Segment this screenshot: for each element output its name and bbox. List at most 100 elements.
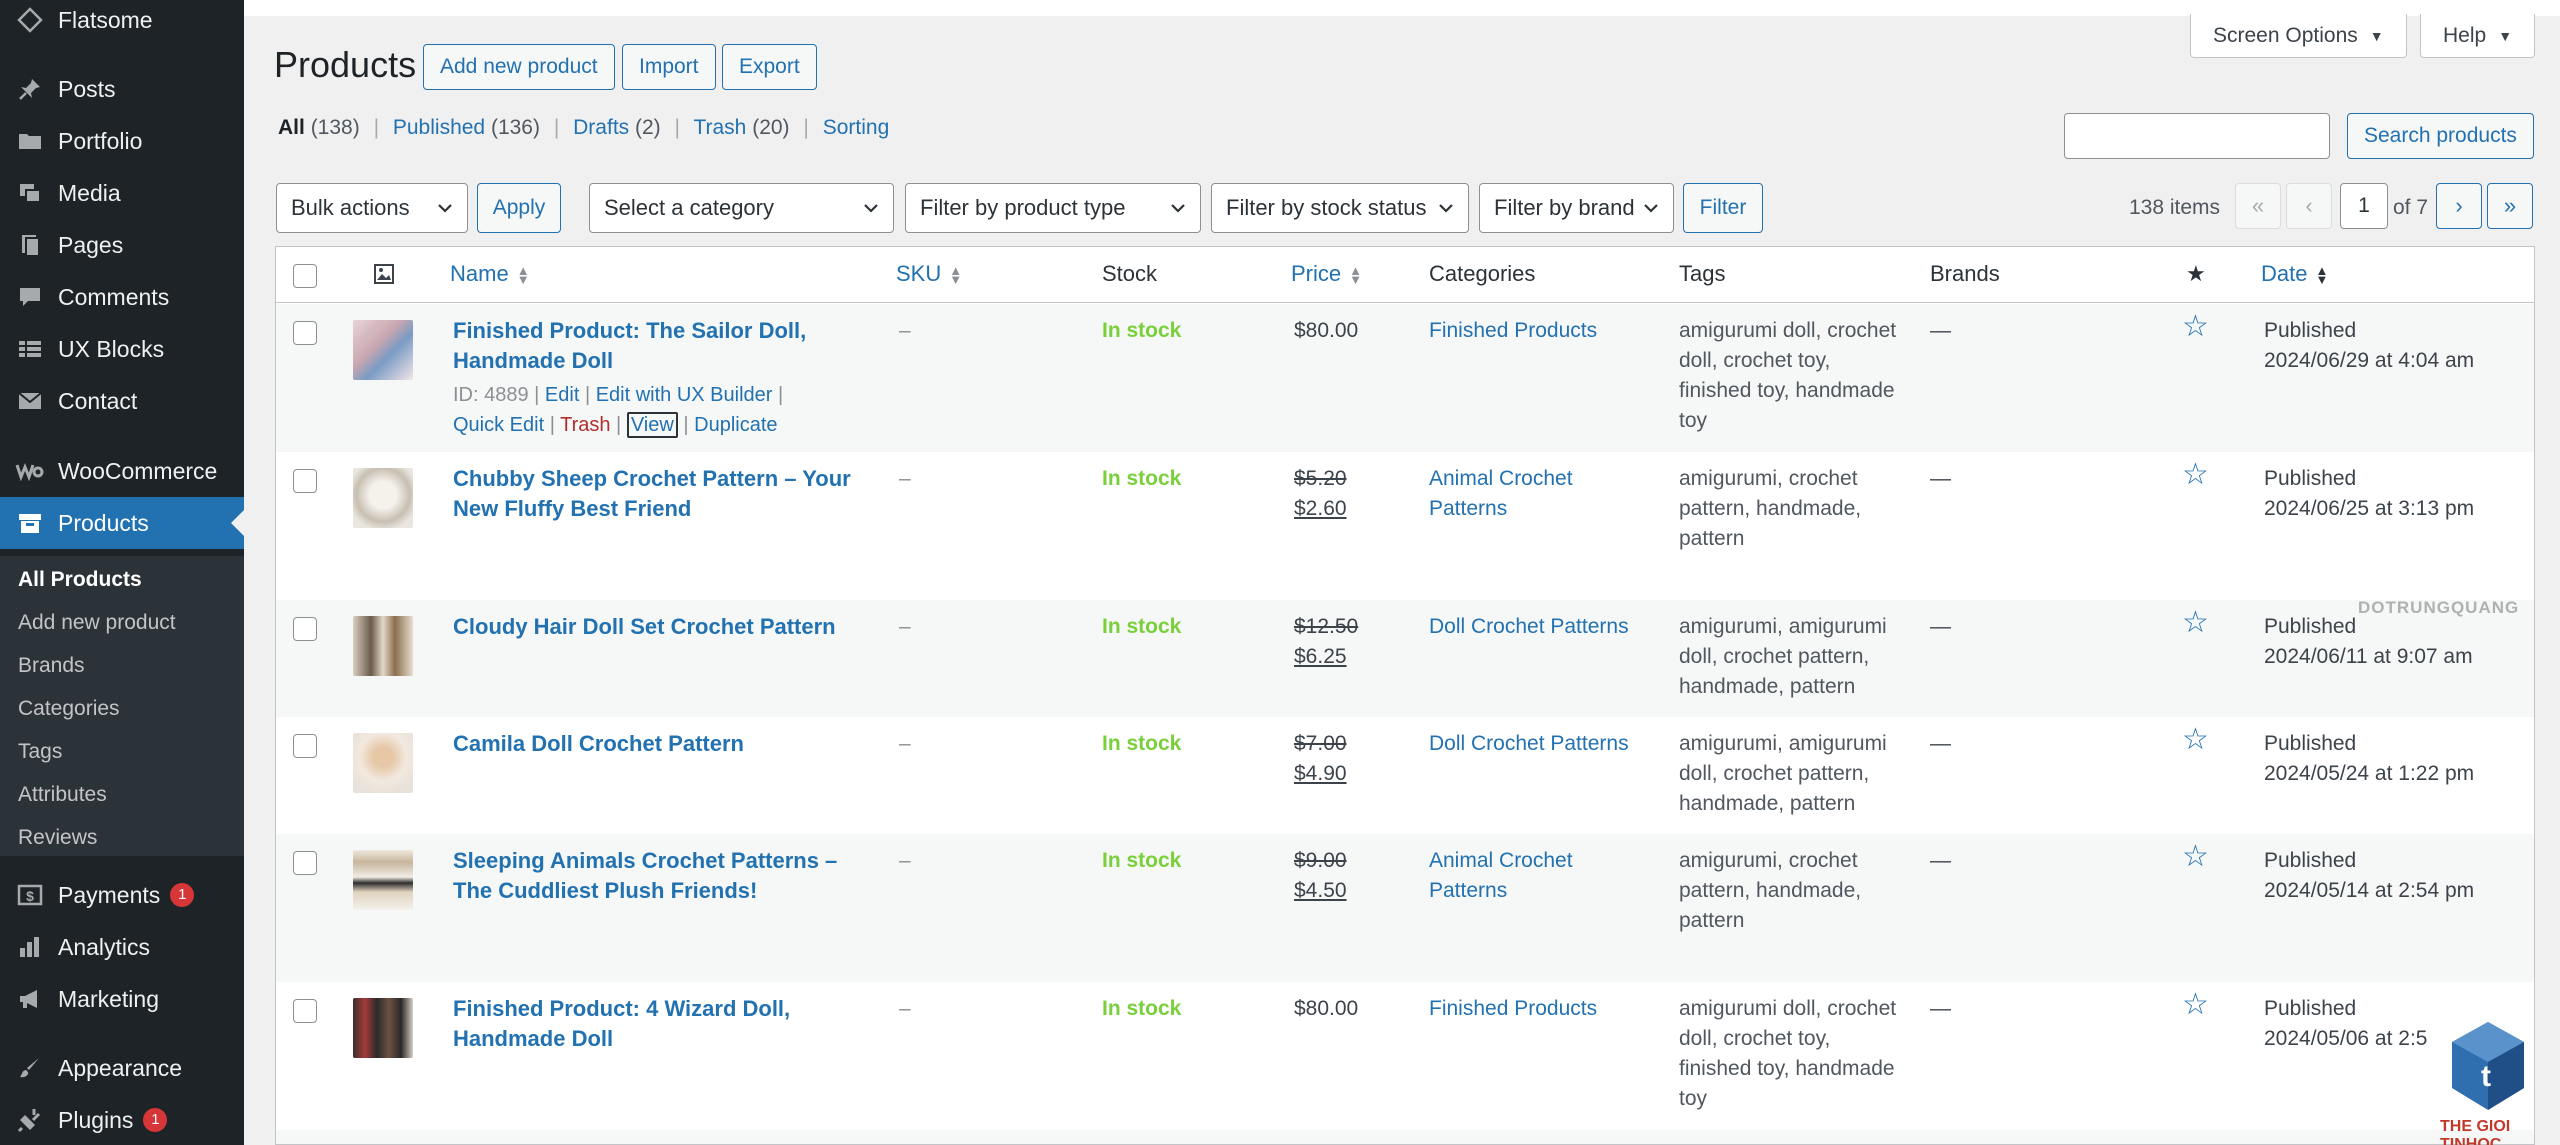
screen-options-button[interactable]: Screen Options ▼: [2190, 14, 2407, 58]
sidebar-item-portfolio[interactable]: Portfolio: [0, 115, 244, 167]
tag-line[interactable]: amigurumi, amigurumi: [1679, 729, 1909, 759]
duplicate-link[interactable]: Duplicate: [694, 414, 777, 436]
tag-line[interactable]: doll, crochet toy,: [1679, 1024, 1909, 1054]
product-name-link[interactable]: Finished Product: 4 Wizard Doll, Handmad…: [453, 994, 863, 1054]
brand-select[interactable]: Filter by brand: [1479, 183, 1674, 233]
row-checkbox[interactable]: [293, 734, 317, 758]
sidebar-item-flatsome[interactable]: Flatsome: [0, 0, 244, 46]
row-checkbox[interactable]: [293, 617, 317, 641]
sidebar-item-marketing[interactable]: Marketing: [0, 973, 244, 1025]
product-type-select[interactable]: Filter by product type: [905, 183, 1201, 233]
current-page-input[interactable]: 1: [2340, 183, 2388, 229]
filter-button[interactable]: Filter: [1683, 183, 1763, 233]
tag-line[interactable]: amigurumi, crochet: [1679, 846, 1909, 876]
product-name-link[interactable]: Chubby Sheep Crochet Pattern – Your New …: [453, 464, 863, 524]
row-checkbox[interactable]: [293, 321, 317, 345]
first-page-button[interactable]: «: [2235, 183, 2281, 229]
category-link[interactable]: Animal Crochet Patterns: [1429, 846, 1573, 906]
row-checkbox[interactable]: [293, 851, 317, 875]
view-link[interactable]: View: [626, 412, 678, 438]
product-thumbnail[interactable]: [353, 468, 413, 528]
view-published[interactable]: Published: [393, 116, 485, 139]
sidebar-item-posts[interactable]: Posts: [0, 63, 244, 115]
column-price[interactable]: Price ▲ ▼: [1291, 261, 1362, 287]
import-button[interactable]: Import: [622, 44, 716, 90]
column-sku[interactable]: SKU ▲ ▼: [896, 261, 962, 287]
tag-line[interactable]: finished toy, handmade: [1679, 376, 1909, 406]
last-page-button[interactable]: »: [2487, 183, 2533, 229]
featured-star-icon[interactable]: ☆: [2182, 990, 2209, 1020]
tag-line[interactable]: pattern, handmade,: [1679, 876, 1909, 906]
prev-page-button[interactable]: ‹: [2286, 183, 2332, 229]
submenu-attributes[interactable]: Attributes: [18, 783, 107, 807]
submenu-add-new-product[interactable]: Add new product: [18, 611, 176, 635]
tag-line[interactable]: doll, crochet pattern,: [1679, 642, 1909, 672]
product-name-link[interactable]: Camila Doll Crochet Pattern: [453, 729, 863, 759]
sidebar-item-comments[interactable]: Comments: [0, 271, 244, 323]
tag-line[interactable]: handmade, pattern: [1679, 789, 1909, 819]
tag-line[interactable]: doll, crochet pattern,: [1679, 759, 1909, 789]
edit-ux-builder-link[interactable]: Edit with UX Builder: [596, 384, 773, 406]
stock-status-select[interactable]: Filter by stock status: [1211, 183, 1469, 233]
tag-line[interactable]: pattern, handmade,: [1679, 494, 1909, 524]
product-name-link[interactable]: Finished Product: The Sailor Doll, Handm…: [453, 316, 863, 376]
export-button[interactable]: Export: [722, 44, 817, 90]
sidebar-item-products[interactable]: Products: [0, 497, 244, 549]
view-trash[interactable]: Trash: [693, 116, 746, 139]
tag-line[interactable]: amigurumi, amigurumi: [1679, 612, 1909, 642]
submenu-all-products[interactable]: All Products: [18, 568, 142, 592]
column-name[interactable]: Name ▲ ▼: [450, 261, 530, 287]
tag-line[interactable]: toy: [1679, 1084, 1909, 1114]
sidebar-item-analytics[interactable]: Analytics: [0, 921, 244, 973]
tag-line[interactable]: doll, crochet toy,: [1679, 346, 1909, 376]
tag-line[interactable]: amigurumi, crochet: [1679, 464, 1909, 494]
product-thumbnail[interactable]: [353, 616, 413, 676]
submenu-brands[interactable]: Brands: [18, 654, 85, 678]
row-checkbox[interactable]: [293, 469, 317, 493]
submenu-reviews[interactable]: Reviews: [18, 826, 97, 850]
submenu-tags[interactable]: Tags: [18, 740, 62, 764]
category-link[interactable]: Doll Crochet Patterns: [1429, 612, 1629, 642]
sidebar-item-pages[interactable]: Pages: [0, 219, 244, 271]
search-products-button[interactable]: Search products: [2347, 113, 2534, 159]
category-link[interactable]: Animal Crochet Patterns: [1429, 464, 1573, 524]
sidebar-item-payments[interactable]: $ Payments 1: [0, 869, 244, 921]
search-input[interactable]: [2064, 113, 2330, 159]
category-link[interactable]: Finished Products: [1429, 316, 1597, 346]
product-thumbnail[interactable]: [353, 998, 413, 1058]
tag-line[interactable]: pattern: [1679, 524, 1909, 554]
apply-button[interactable]: Apply: [477, 183, 561, 233]
view-all[interactable]: All: [278, 116, 305, 139]
column-date[interactable]: Date ▲ ▼: [2261, 261, 2328, 287]
tag-line[interactable]: amigurumi doll, crochet: [1679, 994, 1909, 1024]
trash-link[interactable]: Trash: [560, 414, 610, 436]
featured-star-icon[interactable]: ☆: [2182, 312, 2209, 342]
view-drafts[interactable]: Drafts: [573, 116, 629, 139]
add-new-product-button[interactable]: Add new product: [423, 44, 615, 90]
featured-star-icon[interactable]: ☆: [2182, 842, 2209, 872]
featured-star-icon[interactable]: ☆: [2182, 608, 2209, 638]
sidebar-item-woocommerce[interactable]: WooCommerce: [0, 445, 244, 497]
tag-line[interactable]: toy: [1679, 406, 1909, 436]
category-link[interactable]: Doll Crochet Patterns: [1429, 729, 1629, 759]
submenu-categories[interactable]: Categories: [18, 697, 120, 721]
sidebar-item-plugins[interactable]: Plugins 1: [0, 1094, 244, 1145]
row-checkbox[interactable]: [293, 999, 317, 1023]
next-page-button[interactable]: ›: [2436, 183, 2482, 229]
tag-line[interactable]: amigurumi doll, crochet: [1679, 316, 1909, 346]
tag-line[interactable]: handmade, pattern: [1679, 672, 1909, 702]
product-thumbnail[interactable]: [353, 733, 413, 793]
sidebar-item-contact[interactable]: Contact: [0, 375, 244, 427]
product-name-link[interactable]: Cloudy Hair Doll Set Crochet Pattern: [453, 612, 863, 642]
sidebar-item-appearance[interactable]: Appearance: [0, 1042, 244, 1094]
featured-star-icon[interactable]: ☆: [2182, 725, 2209, 755]
product-thumbnail[interactable]: [353, 320, 413, 380]
bulk-actions-select[interactable]: Bulk actions: [276, 183, 468, 233]
view-sorting[interactable]: Sorting: [823, 116, 890, 139]
category-select[interactable]: Select a category: [589, 183, 894, 233]
tag-line[interactable]: finished toy, handmade: [1679, 1054, 1909, 1084]
featured-star-icon[interactable]: ☆: [2182, 460, 2209, 490]
tag-line[interactable]: pattern: [1679, 906, 1909, 936]
product-name-link[interactable]: Sleeping Animals Crochet Patterns – The …: [453, 846, 863, 906]
sidebar-item-ux-blocks[interactable]: UX Blocks: [0, 323, 244, 375]
